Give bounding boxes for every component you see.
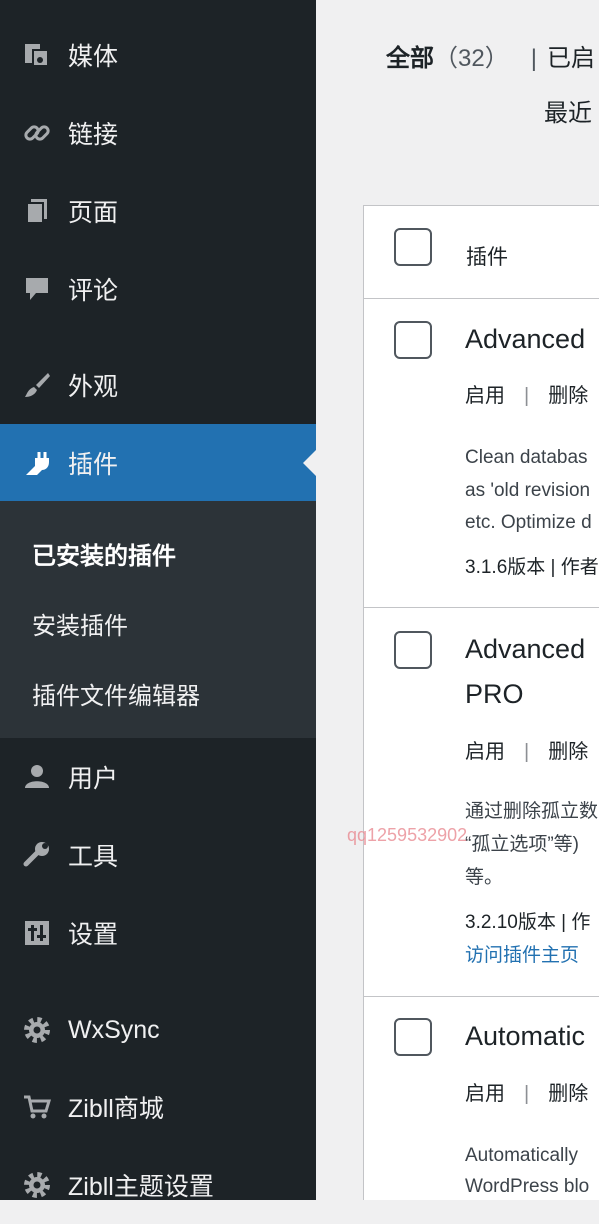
user-icon [22,762,52,792]
activate-link[interactable]: 启用 [465,741,505,763]
plugin-actions: 启用 | 删除 [465,1083,589,1105]
row-divider [364,996,599,997]
gear-icon [22,1015,52,1045]
filter-recent[interactable]: 最近 [544,93,592,128]
activate-link[interactable]: 启用 [465,385,505,407]
plugin-name-line: Advanced [465,634,586,664]
menu-item-zibll-shop[interactable]: Zibll商城 [0,1068,316,1146]
plugins-main: 全部（32） | 已启 最近 插件 Advanced 启用 | 删除 Clean dat… [316,0,599,1200]
row-checkbox[interactable] [394,631,432,669]
menu-item-media[interactable]: 媒体 [0,16,316,94]
row-divider [364,607,599,608]
plugin-actions: 启用 | 删除 [465,385,589,407]
delete-link[interactable]: 删除 [548,385,588,407]
plugins-table: 插件 Advanced 启用 | 删除 Clean databas as 'old … [363,205,599,1200]
menu-label: 设置 [68,921,119,949]
admin-sidebar: 媒体 链接 页面 评论 外观 插件 已安装的插件 安装插件 插件文件编辑器 用户… [0,0,316,1201]
plugin-description-line: WordPress blo [465,1176,590,1197]
plugin-name: Advanced [465,324,586,354]
submenu-plugin-editor[interactable]: 插件文件编辑器 [32,676,200,711]
menu-item-comments[interactable]: 评论 [0,250,316,328]
delete-link[interactable]: 删除 [548,1083,588,1105]
plugin-meta: 3.2.10版本 | 作 [465,912,591,933]
menu-label: 外观 [68,373,119,401]
cart-icon [22,1092,52,1122]
row-checkbox[interactable] [394,321,432,359]
plugin-name-line: PRO [465,679,524,709]
plugin-description-line: as 'old revision [465,480,591,501]
column-header-plugin[interactable]: 插件 [466,241,508,271]
plugins-submenu: 已安装的插件 安装插件 插件文件编辑器 [0,501,316,738]
submenu-add-plugin[interactable]: 安装插件 [32,606,128,641]
menu-item-tools[interactable]: 工具 [0,816,316,894]
menu-item-zibll-theme-settings[interactable]: Zibll主题设置 [0,1146,316,1224]
media-icon [22,40,52,70]
plugin-icon [22,448,52,478]
menu-item-settings[interactable]: 设置 [0,894,316,972]
menu-label: 评论 [68,277,119,305]
plugin-meta: 3.1.6版本 | 作者 [465,557,599,578]
submenu-installed-plugins[interactable]: 已安装的插件 [32,536,176,571]
filter-all[interactable]: 全部（32） [386,45,509,72]
watermark: qq1259532902 [347,825,468,845]
menu-label: 工具 [68,843,119,871]
activate-link[interactable]: 启用 [465,1083,505,1105]
menu-label: 用户 [68,765,119,793]
link-icon [22,118,52,148]
plugin-name: Automatic [465,1021,586,1051]
menu-item-appearance[interactable]: 外观 [0,346,316,424]
select-all-checkbox[interactable] [394,228,432,266]
comment-icon [22,274,52,304]
menu-item-plugins[interactable]: 插件 [0,424,316,502]
page-icon [22,196,52,226]
gear-icon [22,1170,52,1200]
filter-all-label: 全部 [386,45,434,72]
menu-label: 页面 [68,199,119,227]
plugin-description-line: 等。 [465,867,504,888]
row-divider [364,298,599,299]
menu-label: 链接 [68,121,119,149]
delete-link[interactable]: 删除 [548,741,588,763]
menu-label: Zibll商城 [68,1095,164,1123]
menu-label: 插件 [68,451,119,479]
menu-item-wxsync[interactable]: WxSync [0,991,316,1069]
plugin-description-line: 通过删除孤立数 [465,801,599,822]
row-checkbox[interactable] [394,1018,432,1056]
menu-label: 媒体 [68,43,119,71]
plugin-description-line: etc. Optimize d [465,512,592,533]
wrench-icon [22,840,52,870]
plugin-description-line: “孤立选项”等) [465,834,579,855]
menu-item-users[interactable]: 用户 [0,738,316,816]
plugin-homepage-link[interactable]: 访问插件主页 [465,939,579,972]
menu-label: WxSync [68,1015,160,1044]
filter-separator: | [530,45,537,72]
menu-item-links[interactable]: 链接 [0,94,316,172]
plugin-filters: 全部（32） | 已启 [386,38,595,73]
plugin-actions: 启用 | 删除 [465,741,589,763]
settings-icon [22,918,52,948]
plugin-description-line: Automatically [465,1145,578,1166]
brush-icon [22,370,52,400]
menu-item-pages[interactable]: 页面 [0,172,316,250]
filter-all-count: （32） [434,45,509,72]
menu-label: Zibll主题设置 [68,1173,214,1201]
filter-enabled[interactable]: 已启 [547,45,595,72]
plugin-description-line: Clean databas [465,447,588,468]
